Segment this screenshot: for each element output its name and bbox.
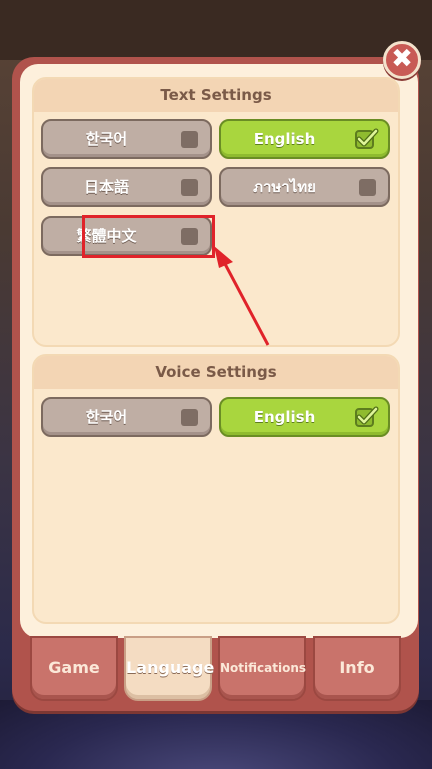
close-icon: ✖ (391, 44, 413, 74)
checkbox-icon (181, 409, 198, 426)
checkbox-icon (181, 179, 198, 196)
voice-option-english[interactable]: English (219, 397, 390, 437)
option-label: 日本語 (83, 178, 129, 196)
option-label: English (253, 408, 316, 426)
option-label: English (253, 130, 316, 148)
voice-settings-title: Voice Settings (34, 356, 398, 389)
close-button[interactable]: ✖ (383, 41, 421, 79)
text-option-thai[interactable]: ภาษาไทย (219, 167, 390, 207)
text-settings-section: Text Settings (32, 77, 400, 347)
option-label: ภาษาไทย (253, 178, 316, 196)
background-top (0, 0, 432, 60)
tab-language[interactable]: Language (124, 636, 214, 701)
voice-option-korean[interactable]: 한국어 (41, 397, 212, 437)
text-option-japanese[interactable]: 日本語 (41, 167, 212, 207)
checkbox-icon (181, 131, 198, 148)
text-option-korean[interactable]: 한국어 (41, 119, 212, 159)
checkbox-icon (359, 179, 376, 196)
tab-notifications[interactable]: Notifications (218, 636, 306, 701)
checkmark-icon (355, 128, 379, 149)
checkmark-icon (355, 406, 379, 427)
text-settings-title: Text Settings (34, 79, 398, 112)
highlight-box (82, 215, 215, 258)
option-label: 한국어 (85, 130, 128, 148)
option-label: 한국어 (85, 408, 128, 426)
tab-game[interactable]: Game (30, 636, 118, 701)
tab-info[interactable]: Info (313, 636, 401, 701)
voice-settings-section: Voice Settings (32, 354, 400, 624)
text-option-english[interactable]: English (219, 119, 390, 159)
